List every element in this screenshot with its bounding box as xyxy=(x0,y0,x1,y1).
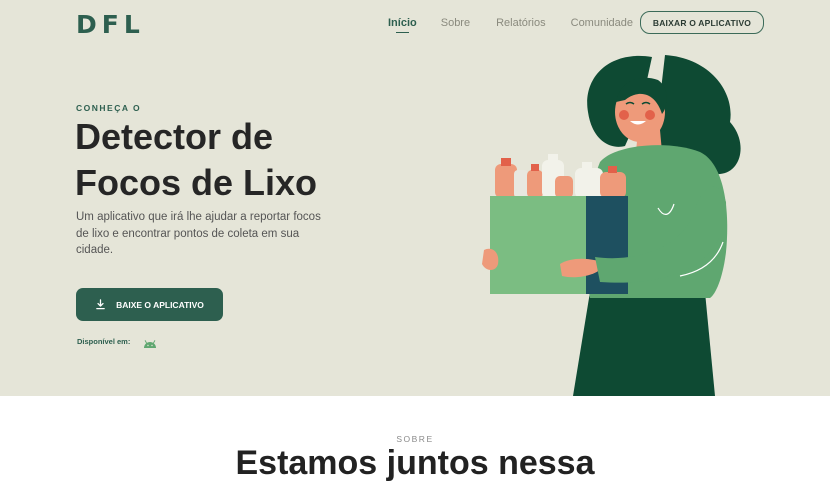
header-download-button[interactable]: BAIXAR O APLICATIVO xyxy=(640,11,764,34)
nav-item-inicio[interactable]: Início xyxy=(388,17,417,33)
nav-item-comunidade[interactable]: Comunidade xyxy=(571,17,633,29)
hero-section: DFL Início Sobre Relatórios Comunidade B… xyxy=(0,0,830,396)
nav-item-sobre[interactable]: Sobre xyxy=(441,17,470,29)
hero-download-button-label: BAIXE O APLICATIVO xyxy=(116,299,204,310)
hero-eyebrow: CONHEÇA O xyxy=(76,103,142,113)
available-on-label: Disponível em: xyxy=(77,337,131,346)
android-icon[interactable] xyxy=(143,339,157,349)
hero-download-button[interactable]: BAIXE O APLICATIVO xyxy=(76,288,223,321)
hero-title: Detector de Focos de Lixo xyxy=(75,116,318,203)
about-section-label: SOBRE xyxy=(396,434,434,444)
nav-item-relatorios[interactable]: Relatórios xyxy=(496,17,546,29)
hero-description: Um aplicativo que irá lhe ajudar a repor… xyxy=(76,211,321,256)
main-nav: Início Sobre Relatórios Comunidade xyxy=(388,17,633,33)
download-icon xyxy=(96,299,105,310)
logo[interactable]: DFL xyxy=(76,10,145,39)
hero-illustration xyxy=(482,55,741,396)
